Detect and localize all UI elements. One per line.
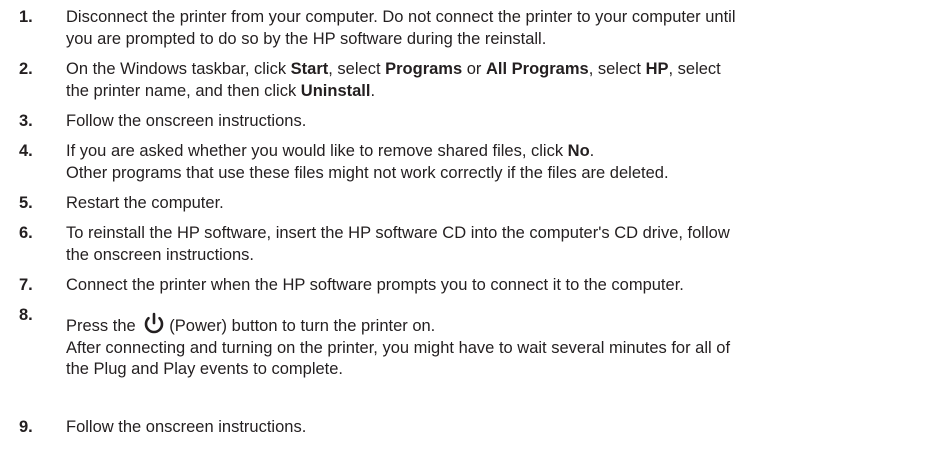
step-number: 8. [19, 306, 33, 324]
text-run: (Power) button to turn the printer on. [169, 317, 436, 335]
ui-term-no: No [567, 142, 590, 160]
text-run: the Plug and Play events to complete. [66, 360, 344, 378]
text-run: , select [328, 60, 386, 78]
step-text: Follow the onscreen instructions. [66, 112, 307, 130]
step-number: 7. [19, 276, 33, 294]
text-run: or [462, 60, 486, 78]
text-run: On the Windows taskbar, click [66, 60, 291, 78]
step-text: On the Windows taskbar, click Start, sel… [66, 59, 938, 102]
step-text: Follow the onscreen instructions. [66, 418, 307, 436]
text-run: If you are asked whether you would like … [66, 142, 568, 160]
ui-term-start: Start [290, 60, 329, 78]
step-text: Connect the printer when the HP software… [66, 276, 684, 294]
step-line: Disconnect the printer from your compute… [66, 8, 736, 26]
step-number: 5. [19, 194, 33, 212]
step-text: Press the (Power) button to turn the pri… [66, 312, 938, 381]
step-number: 3. [19, 112, 33, 130]
step-number: 6. [19, 224, 33, 242]
step-line: the onscreen instructions. [66, 245, 255, 264]
step-line: To reinstall the HP software, insert the… [66, 224, 730, 242]
text-run: , select [588, 60, 646, 78]
text-run: , select [668, 60, 721, 78]
text-run: . [370, 81, 376, 100]
step-number: 2. [19, 60, 33, 78]
step-number: 9. [19, 418, 33, 436]
ui-term-all-programs: All Programs [486, 60, 589, 78]
step-text: Restart the computer. [66, 194, 224, 212]
text-run: the printer name, and then click [66, 81, 301, 100]
text-run: After connecting and turning on the prin… [66, 338, 731, 357]
step-line: you are prompted to do so by the HP soft… [66, 29, 547, 48]
ui-term-programs: Programs [385, 60, 463, 78]
power-icon [140, 312, 168, 336]
text-run: . [589, 142, 595, 160]
text-run: Press the [66, 317, 141, 335]
ui-term-hp: HP [645, 60, 669, 78]
ui-term-uninstall: Uninstall [300, 81, 371, 100]
step-number: 1. [19, 8, 33, 26]
step-number: 4. [19, 142, 33, 160]
step-text: To reinstall the HP software, insert the… [66, 223, 938, 266]
text-run: Other programs that use these files migh… [66, 163, 669, 182]
step-text: Disconnect the printer from your compute… [66, 7, 938, 50]
step-text: If you are asked whether you would like … [66, 141, 938, 184]
